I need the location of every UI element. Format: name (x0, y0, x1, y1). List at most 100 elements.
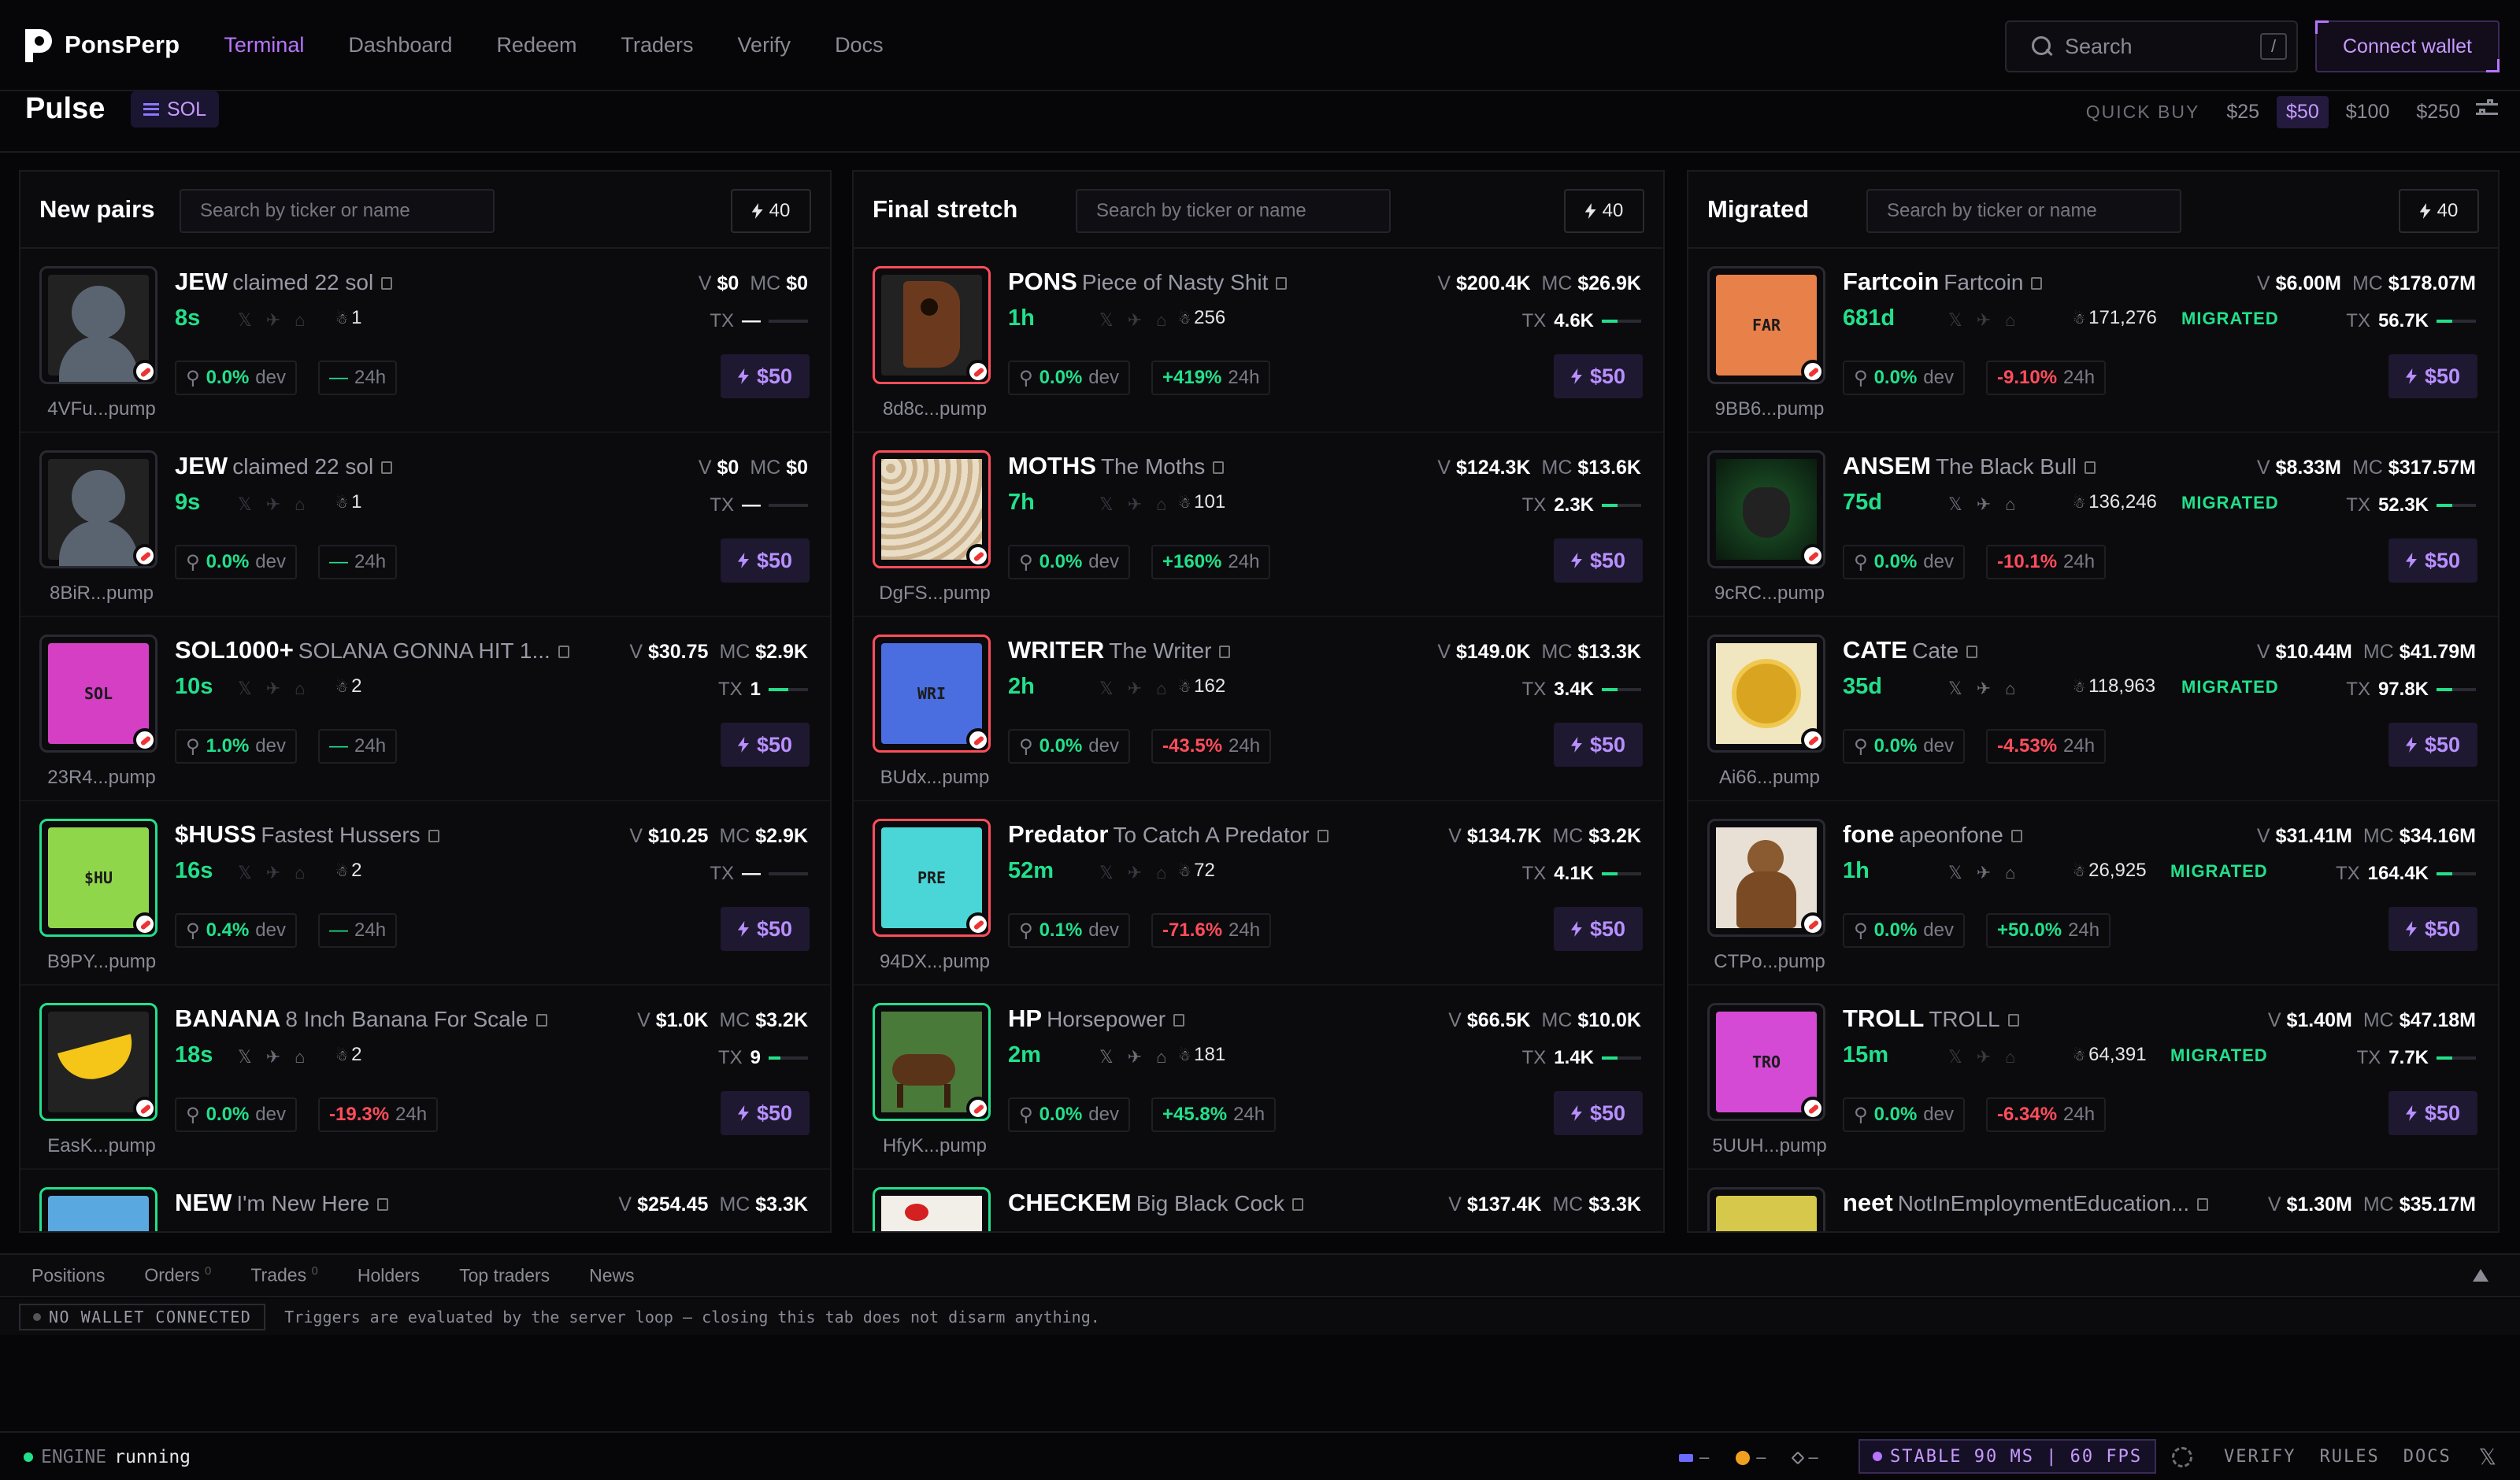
token-row[interactable]: NEW I'm New Here V $254.45 MC $3.3K (20, 1170, 830, 1231)
website-icon[interactable]: ⌂ (2005, 310, 2029, 330)
token-row[interactable]: DgFS...pump MOTHSThe Moths 7h 𝕏✈⌂101 TX 2.3K ⚲… (854, 433, 1663, 617)
website-icon[interactable]: ⌂ (295, 494, 319, 514)
footer-link-rules[interactable]: RULES (2319, 1447, 2379, 1467)
telegram-icon[interactable]: ✈ (1128, 310, 1156, 330)
copy-icon[interactable] (2084, 461, 2096, 474)
chain-selector[interactable]: SOL (131, 91, 220, 128)
telegram-icon[interactable]: ✈ (266, 863, 295, 882)
copy-icon[interactable] (381, 276, 393, 290)
tab-holders[interactable]: Holders (358, 1265, 420, 1286)
nav-docs[interactable]: Docs (835, 33, 884, 57)
token-row[interactable]: $HU B9PY...pump $HUSS Fastest Hussers 16s 𝕏✈⌂… (20, 801, 830, 986)
telegram-icon[interactable]: ✈ (1977, 310, 2005, 330)
nav-traders[interactable]: Traders (621, 33, 694, 57)
website-icon[interactable]: ⌂ (1156, 1047, 1180, 1067)
token-thumbnail[interactable] (39, 266, 158, 384)
token-row[interactable]: SOL 23R4...pump SOL1000+ SOLANA GONNA HIT 1… (20, 617, 830, 801)
x-social-icon[interactable]: 𝕏 (1948, 863, 1977, 882)
brand-logo[interactable]: PonsPerp (24, 28, 180, 62)
column-search-input[interactable] (1076, 189, 1391, 233)
quick-buy-button[interactable]: $50 (1553, 1091, 1643, 1135)
token-address[interactable]: 5UUH...pump (1710, 1135, 1829, 1157)
token-row[interactable]: 9cRC...pump ANSEMThe Black Bull 75d 𝕏✈⌂ 136,… (1688, 433, 2498, 617)
column-count-badge[interactable]: 40 (731, 189, 811, 233)
token-row[interactable]: 8BiR...pump JEWclaimed 22 sol 9s 𝕏✈⌂ 1 TX — ⚲ 0.… (20, 433, 830, 617)
tab-trades[interactable]: Trades 0 (250, 1264, 317, 1286)
telegram-icon[interactable]: ✈ (266, 1047, 295, 1067)
quick-buy-button[interactable]: $50 (720, 538, 810, 583)
website-icon[interactable]: ⌂ (2005, 494, 2029, 514)
quick-buy-button[interactable]: $50 (1553, 907, 1643, 951)
x-social-icon[interactable]: 𝕏 (1948, 679, 1977, 698)
tab-news[interactable]: News (589, 1265, 635, 1286)
website-icon[interactable]: ⌂ (1156, 494, 1180, 514)
x-social-icon[interactable]: 𝕏 (238, 679, 266, 698)
token-row[interactable]: Ai66...pump CATECate 35d 𝕏✈⌂ 118,963 MIGRATED… (1688, 617, 2498, 801)
gear-icon[interactable] (2172, 1447, 2192, 1467)
token-address[interactable]: 9BB6...pump (1710, 398, 1829, 420)
token-thumbnail[interactable] (1707, 450, 1825, 568)
search-input[interactable] (2065, 34, 2254, 59)
token-thumbnail[interactable]: TRO (1707, 1003, 1825, 1121)
tab-top-traders[interactable]: Top traders (459, 1265, 550, 1286)
website-icon[interactable]: ⌂ (1156, 679, 1180, 698)
telegram-icon[interactable]: ✈ (1128, 863, 1156, 882)
token-row[interactable]: FAR 9BB6...pump FartcoinFartcoin 681d 𝕏✈⌂ 171… (1688, 249, 2498, 433)
x-social-icon[interactable]: 𝕏 (238, 1047, 266, 1067)
copy-icon[interactable] (1173, 1013, 1185, 1027)
telegram-icon[interactable]: ✈ (1977, 679, 2005, 698)
website-icon[interactable]: ⌂ (2005, 863, 2029, 882)
nav-verify[interactable]: Verify (738, 33, 791, 57)
quick-buy-button[interactable]: $50 (2388, 354, 2477, 398)
copy-icon[interactable] (2007, 1013, 2019, 1027)
copy-icon[interactable] (428, 829, 439, 842)
quick-buy-button[interactable]: $50 (1553, 723, 1643, 767)
token-address[interactable]: Ai66...pump (1710, 767, 1829, 789)
token-row[interactable]: CTPo...pump foneapeonfone 1h 𝕏✈⌂ 26,925 MIGRA… (1688, 801, 2498, 986)
copy-icon[interactable] (536, 1013, 547, 1027)
token-address[interactable]: B9PY...pump (43, 951, 161, 973)
column-count-badge[interactable]: 40 (2399, 189, 2479, 233)
quick-buy-amount[interactable]: $100 (2337, 96, 2400, 128)
token-row[interactable]: TRO 5UUH...pump TROLLTROLL 15m 𝕏✈⌂ 64,391 MIGR… (1688, 986, 2498, 1170)
copy-icon[interactable] (1292, 1197, 1304, 1211)
column-count-badge[interactable]: 40 (1564, 189, 1644, 233)
token-address[interactable]: 8d8c...pump (876, 398, 994, 420)
token-address[interactable]: 9cRC...pump (1710, 583, 1829, 605)
telegram-icon[interactable]: ✈ (1128, 494, 1156, 514)
telegram-icon[interactable]: ✈ (1977, 494, 2005, 514)
global-search[interactable]: / (2005, 20, 2298, 72)
quick-buy-button[interactable]: $50 (2388, 907, 2477, 951)
quick-buy-amount-selected[interactable]: $50 (2277, 96, 2329, 128)
token-thumbnail[interactable] (873, 266, 991, 384)
token-thumbnail[interactable] (873, 1003, 991, 1121)
copy-icon[interactable] (1317, 829, 1329, 842)
token-thumbnail[interactable] (39, 1187, 158, 1231)
token-thumbnail[interactable] (873, 1187, 991, 1231)
quick-buy-amount[interactable]: $25 (2217, 96, 2269, 128)
token-thumbnail[interactable] (873, 450, 991, 568)
website-icon[interactable]: ⌂ (1156, 310, 1180, 330)
token-thumbnail[interactable] (1707, 635, 1825, 753)
column-search-input[interactable] (180, 189, 495, 233)
quick-buy-button[interactable]: $50 (2388, 723, 2477, 767)
token-row[interactable]: neet NotInEmploymentEducation... V $1.30M M… (1688, 1170, 2498, 1231)
nav-redeem[interactable]: Redeem (496, 33, 576, 57)
footer-link-docs[interactable]: DOCS (2403, 1447, 2451, 1467)
quick-buy-button[interactable]: $50 (720, 907, 810, 951)
tab-orders[interactable]: Orders 0 (144, 1264, 211, 1286)
token-thumbnail[interactable]: PRE (873, 819, 991, 937)
copy-icon[interactable] (381, 461, 393, 474)
token-thumbnail[interactable] (1707, 819, 1825, 937)
token-address[interactable]: HfyK...pump (876, 1135, 994, 1157)
x-social-icon[interactable]: 𝕏 (1948, 1047, 1977, 1067)
token-thumbnail[interactable]: $HU (39, 819, 158, 937)
website-icon[interactable]: ⌂ (295, 863, 319, 882)
copy-icon[interactable] (377, 1197, 389, 1211)
website-icon[interactable]: ⌂ (295, 310, 319, 330)
copy-icon[interactable] (2197, 1197, 2209, 1211)
x-social-icon[interactable]: 𝕏 (238, 310, 266, 330)
token-thumbnail[interactable]: FAR (1707, 266, 1825, 384)
token-thumbnail[interactable]: SOL (39, 635, 158, 753)
x-social-icon[interactable]: 𝕏 (1948, 494, 1977, 514)
